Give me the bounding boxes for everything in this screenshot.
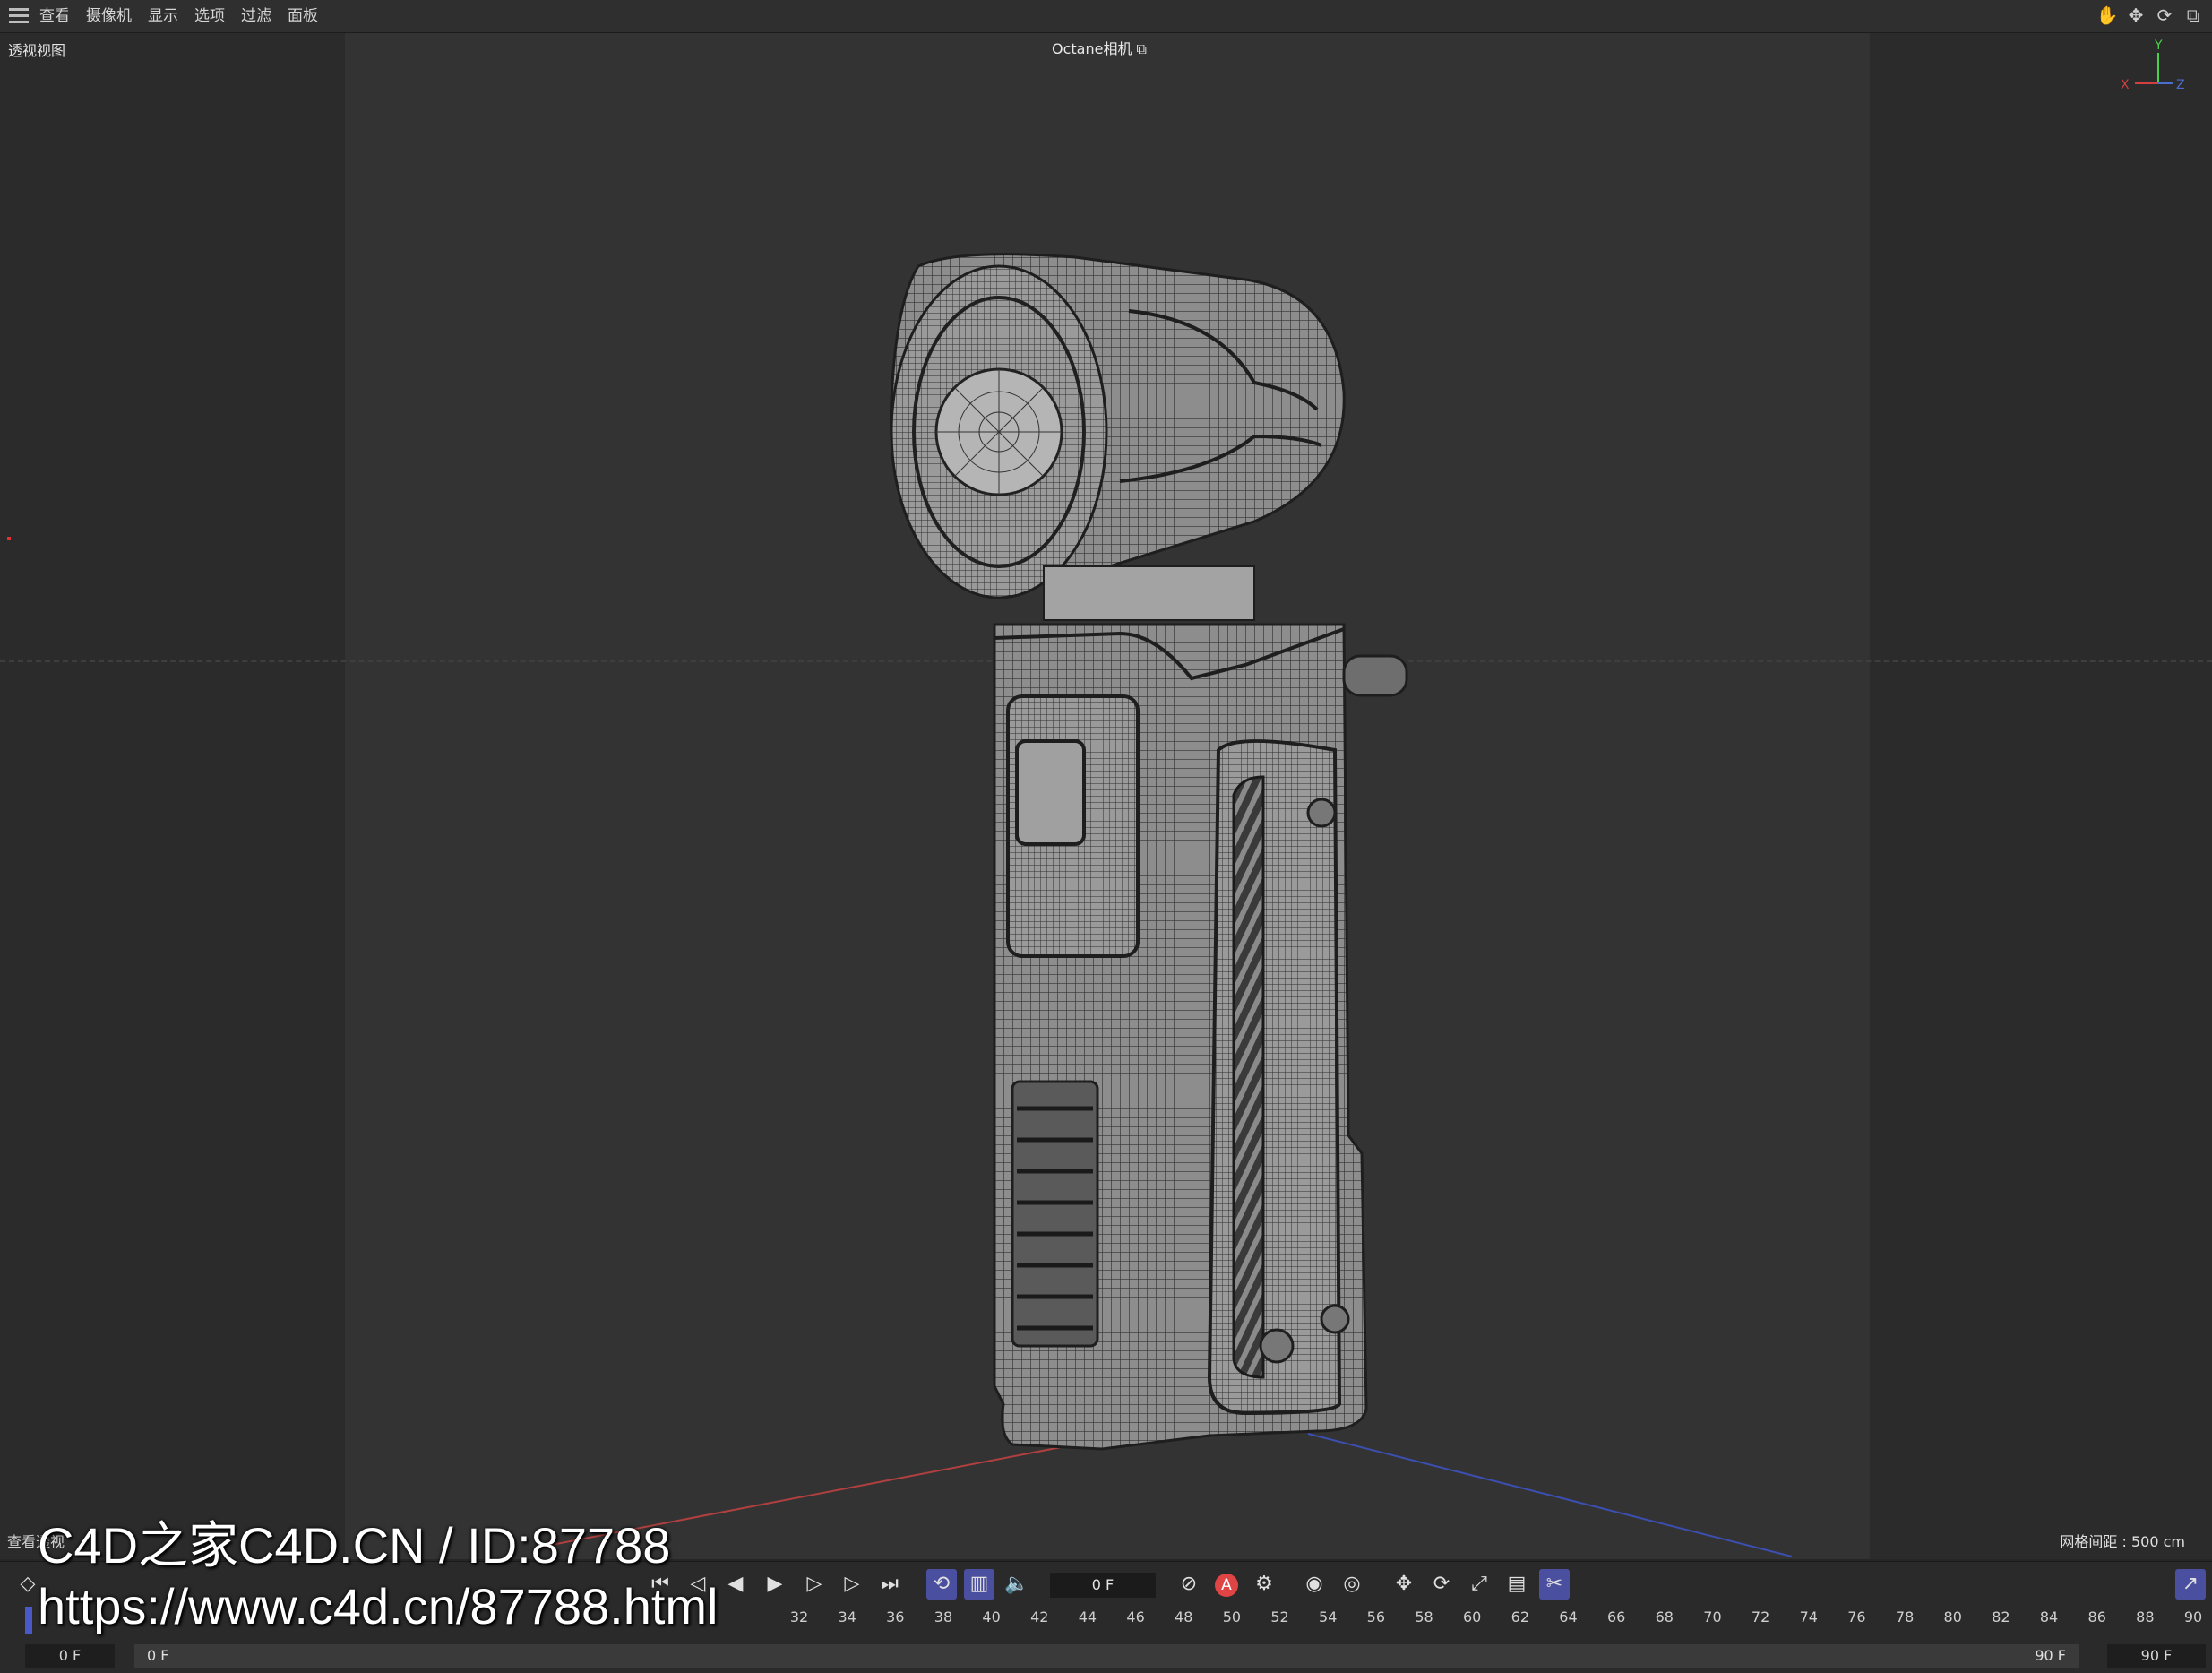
ruler-tick: 68 <box>1655 1608 1674 1626</box>
fcurve-button[interactable]: ↗ <box>2175 1569 2206 1600</box>
menu-bar: 查看 摄像机 显示 选项 过滤 面板 ✋ ✥ ⟳ ⧉ <box>0 0 2212 33</box>
ruler-tick: 54 <box>1319 1608 1338 1626</box>
record-icon[interactable]: ⊘ <box>1174 1569 1204 1600</box>
range-start-label: 0 F <box>147 1647 169 1664</box>
ruler-tick: 66 <box>1606 1608 1626 1626</box>
ruler-tick: 42 <box>1030 1608 1049 1626</box>
menu-panel[interactable]: 面板 <box>288 0 318 32</box>
ruler-tick: 36 <box>886 1608 905 1626</box>
pla-key-icon[interactable]: ✂ <box>1539 1569 1570 1600</box>
ruler-tick: 58 <box>1415 1608 1433 1626</box>
interpolation-button[interactable]: ▥ <box>964 1569 994 1600</box>
ruler-tick: 46 <box>1126 1608 1145 1626</box>
ruler-tick: 84 <box>2039 1608 2059 1626</box>
menu-camera[interactable]: 摄像机 <box>86 0 132 32</box>
play-button[interactable]: ▶ <box>760 1569 790 1600</box>
dope-icon[interactable]: ◎ <box>1337 1569 1367 1600</box>
ruler-tick: 80 <box>1943 1608 1962 1626</box>
ruler-tick: 72 <box>1751 1608 1770 1626</box>
ruler-tick: 70 <box>1703 1608 1722 1626</box>
goto-end-button[interactable]: ⏭ <box>874 1569 905 1600</box>
autokey-button[interactable]: A <box>1211 1569 1242 1600</box>
ruler-tick: 76 <box>1847 1608 1866 1626</box>
ruler-tick: 38 <box>934 1608 953 1626</box>
mouse-icon[interactable]: ◉ <box>1299 1569 1330 1600</box>
ruler-tick: 90 <box>2183 1608 2203 1626</box>
move-icon[interactable]: ✥ <box>2124 4 2147 27</box>
ruler-tick: 60 <box>1462 1608 1482 1626</box>
ruler-tick: 64 <box>1559 1608 1578 1626</box>
menu-icon[interactable] <box>9 8 29 24</box>
perspective-viewport[interactable]: 透视视图 Octane相机 ⧉ Y X Z 查看透视 网格间距: 500 cm <box>0 33 2212 1559</box>
current-frame-field[interactable]: 0 F <box>1050 1573 1156 1598</box>
ruler-tick: 88 <box>2136 1608 2155 1626</box>
move-key-icon[interactable]: ✥ <box>1389 1569 1419 1600</box>
range-end-field[interactable]: 90 F <box>2107 1644 2206 1668</box>
menu-options[interactable]: 选项 <box>194 0 225 32</box>
ruler-tick: 86 <box>2087 1608 2106 1626</box>
ruler-tick: 48 <box>1175 1608 1193 1626</box>
loop-button[interactable]: ⟲ <box>926 1569 957 1600</box>
ruler-tick: 44 <box>1078 1608 1097 1626</box>
range-slider[interactable]: 0 F 90 F <box>134 1644 2079 1668</box>
grid-spacing-label: 网格间距 : 500 cm <box>2060 1533 2185 1550</box>
menu-view[interactable]: 查看 <box>39 0 70 32</box>
ruler-tick: 32 <box>789 1608 809 1626</box>
menu-display[interactable]: 显示 <box>148 0 178 32</box>
ruler-tick: 34 <box>838 1608 856 1626</box>
ruler-tick: 78 <box>1895 1608 1915 1626</box>
ruler-tick: 82 <box>1992 1608 2010 1626</box>
playhead[interactable] <box>25 1607 32 1634</box>
maximize-icon[interactable]: ⧉ <box>2182 4 2205 27</box>
watermark-line2: https://www.c4d.cn/87788.html <box>38 1578 719 1634</box>
scale-key-icon[interactable]: ⤢ <box>1464 1569 1494 1600</box>
param-key-icon[interactable]: ▤ <box>1502 1569 1532 1600</box>
wireframe-model[interactable] <box>833 212 1487 1559</box>
ruler-tick: 74 <box>1799 1608 1818 1626</box>
range-end-label: 90 F <box>2035 1647 2066 1664</box>
menu-filter[interactable]: 过滤 <box>241 0 271 32</box>
ruler-tick: 52 <box>1270 1608 1289 1626</box>
range-bar-row: 0 F 0 F 90 F 90 F <box>0 1643 2212 1669</box>
sound-icon[interactable]: 🔈 <box>1002 1569 1032 1600</box>
rotate-icon[interactable]: ⟳ <box>2153 4 2176 27</box>
ruler-tick: 56 <box>1366 1608 1386 1626</box>
next-frame-button[interactable]: ▷ <box>799 1569 830 1600</box>
range-start-field[interactable]: 0 F <box>25 1644 115 1668</box>
watermark-line1: C4D之家C4D.CN / ID:87788 <box>38 1517 671 1574</box>
ruler-tick: 50 <box>1222 1608 1242 1626</box>
rotate-key-icon[interactable]: ⟳ <box>1426 1569 1457 1600</box>
prev-frame-button[interactable]: ◀ <box>720 1569 751 1600</box>
keyframe-settings-icon[interactable]: ⚙ <box>1249 1569 1279 1600</box>
hand-icon[interactable]: ✋ <box>2096 4 2119 27</box>
next-key-button[interactable]: ▷ <box>837 1569 867 1600</box>
ruler-tick: 40 <box>982 1608 1001 1626</box>
ruler-tick: 62 <box>1511 1608 1529 1626</box>
